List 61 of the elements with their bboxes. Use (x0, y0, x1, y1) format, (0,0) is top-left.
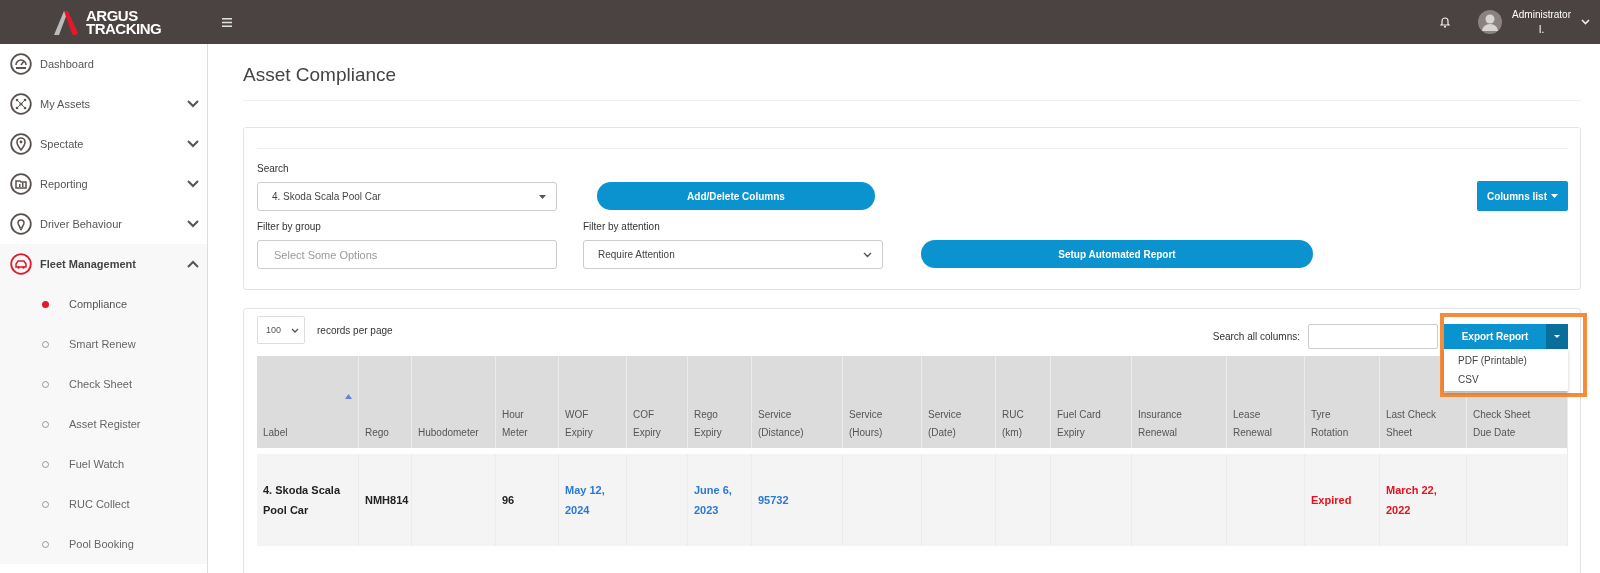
table-cell: 95732 (758, 494, 789, 506)
search-select[interactable]: 4. Skoda Scala Pool Car (257, 182, 557, 211)
car-icon (10, 253, 32, 275)
sidebar-subitem[interactable]: Fuel Watch (0, 444, 207, 484)
add-delete-columns-button[interactable]: Add/Delete Columns (597, 182, 875, 210)
chevron-down-icon (291, 327, 299, 333)
table-cell: May 12, 2024 (565, 484, 605, 516)
user-subtitle: I. (1538, 23, 1545, 37)
field-label: Search (257, 163, 290, 174)
group-filter-field[interactable]: Select Some Options (257, 240, 557, 269)
column-header[interactable]: Check Sheet Due Date (1473, 406, 1551, 442)
table-cell: 96 (502, 494, 515, 506)
caret-down-icon (1554, 334, 1560, 338)
menu-item[interactable]: CSV (1444, 369, 1568, 389)
export-caret-button[interactable] (1546, 323, 1568, 349)
sidebar-subitem[interactable]: Compliance (0, 284, 207, 324)
field-label: Filter by group (257, 221, 322, 232)
network-icon (10, 93, 32, 115)
table-cell: Expired (1311, 494, 1352, 506)
chevron-down-icon[interactable] (187, 100, 199, 108)
sidebar-subitem[interactable]: RUC Collect (0, 484, 207, 524)
search-label: Search all columns: (1212, 330, 1300, 342)
chevron-up-icon[interactable] (187, 260, 199, 268)
caret-down-icon (1551, 194, 1558, 198)
location-pin-icon (10, 133, 32, 155)
attention-select[interactable]: Require Attention (583, 240, 883, 269)
bell-icon[interactable] (1440, 16, 1451, 28)
chevron-down-icon[interactable] (187, 140, 199, 148)
avatar[interactable] (1478, 10, 1503, 34)
column-header[interactable]: Label (263, 424, 342, 442)
table-cell: NMH814 (365, 494, 409, 506)
logo-text: ARGUS TRACKING (86, 9, 162, 35)
sidebar-subitem[interactable]: Check Sheet (0, 364, 207, 404)
menu-item[interactable]: PDF (Printable) (1444, 350, 1568, 370)
setup-report-button[interactable]: Setup Automated Report (921, 240, 1313, 268)
folder-chart-icon (10, 173, 32, 195)
page-size-select[interactable]: 100 (257, 316, 305, 344)
caret-down-icon (539, 194, 546, 199)
sort-up-icon[interactable] (345, 394, 352, 399)
table-cell: June 6, 2023 (694, 484, 732, 516)
export-report-button[interactable]: Export Report (1444, 323, 1546, 349)
lightbulb-icon (10, 213, 32, 235)
sidebar-subitem[interactable]: Smart Renew (0, 324, 207, 364)
page-title: Asset Compliance (243, 44, 1581, 101)
column-header[interactable]: Hubodometer (418, 424, 479, 442)
records-label: records per page (317, 324, 393, 336)
column-header[interactable]: Rego (365, 424, 395, 442)
menu-icon[interactable] (222, 17, 232, 27)
table-cell: 4. Skoda Scala Pool Car (263, 484, 341, 516)
chevron-down-icon[interactable] (187, 220, 199, 228)
table-cell: March 22, 2022 (1386, 484, 1437, 516)
chevron-down-icon (863, 251, 872, 258)
columns-list-button[interactable]: Columns list (1477, 181, 1568, 211)
gauge-icon (10, 53, 32, 75)
sidebar-subitem[interactable]: Pool Booking (0, 524, 207, 564)
chevron-down-icon[interactable] (187, 180, 199, 188)
user-name: Administrator (1512, 8, 1571, 22)
field-label: Filter by attention (583, 221, 661, 232)
sidebar-subitem[interactable]: Asset Register (0, 404, 207, 444)
sidebar-item[interactable]: Fleet Management (0, 244, 207, 284)
search-input[interactable] (1308, 323, 1438, 349)
